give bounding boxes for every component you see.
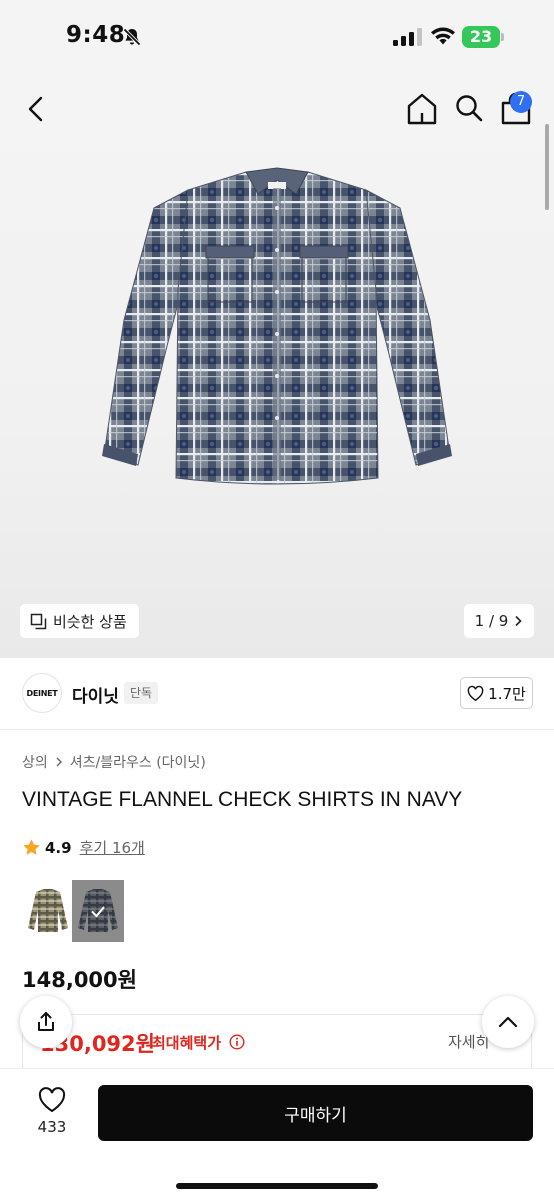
scroll-to-top-button[interactable] xyxy=(482,996,534,1048)
check-icon xyxy=(91,906,105,918)
buy-button[interactable]: 구매하기 xyxy=(98,1085,533,1141)
breadcrumb-subcategory[interactable]: 셔츠/블라우스 (다이닛) xyxy=(70,752,206,772)
brand-name[interactable]: 다이닛 xyxy=(72,682,119,707)
heart-icon xyxy=(467,685,484,701)
similar-icon xyxy=(30,613,47,629)
brand-logo[interactable]: DEINET xyxy=(22,673,62,713)
product-price: 148,000원 xyxy=(22,968,137,992)
product-image[interactable] xyxy=(96,160,458,496)
similar-products-button[interactable]: 비슷한 상품 xyxy=(20,604,139,638)
image-page-indicator[interactable]: 1 / 9 xyxy=(464,604,534,638)
brand-like-button[interactable]: 1.7만 xyxy=(460,677,533,709)
bottom-action-bar: 433 구매하기 xyxy=(0,1068,554,1200)
buy-button-label: 구매하기 xyxy=(284,1105,347,1126)
similar-products-label: 비슷한 상품 xyxy=(53,612,127,631)
search-icon[interactable] xyxy=(454,93,484,123)
rating-value: 4.9 xyxy=(45,838,72,857)
brand-like-count: 1.7만 xyxy=(488,684,526,703)
chevron-right-icon xyxy=(515,615,522,627)
chevron-up-icon xyxy=(498,1016,518,1028)
max-benefit-label: 최대혜택가 xyxy=(152,1034,222,1052)
scroll-indicator xyxy=(545,124,549,210)
share-icon xyxy=(38,1012,54,1031)
battery-icon: 23 xyxy=(462,26,504,48)
brand-row[interactable]: DEINET 다이닛 단독 1.7만 xyxy=(0,658,554,730)
home-indicator xyxy=(176,1183,378,1189)
chevron-right-icon xyxy=(56,757,62,767)
status-time: 9:48 xyxy=(66,22,126,48)
home-icon[interactable] xyxy=(406,92,438,126)
heart-icon xyxy=(38,1087,66,1113)
wishlist-button[interactable]: 433 xyxy=(22,1083,82,1145)
product-gallery[interactable]: 7 비슷한 상품 1 / 9 xyxy=(0,76,554,658)
status-bar: 9:48 23 xyxy=(0,0,554,76)
cart-count-badge: 7 xyxy=(510,91,532,113)
breadcrumb-category[interactable]: 상의 xyxy=(22,752,48,772)
image-page-text: 1 / 9 xyxy=(474,612,509,630)
review-link[interactable]: 후기 16개 xyxy=(80,837,145,858)
info-icon[interactable] xyxy=(229,1034,245,1050)
color-thumbnail xyxy=(28,889,68,932)
star-icon xyxy=(23,839,40,855)
color-option-navy[interactable] xyxy=(72,880,124,942)
wifi-icon xyxy=(431,27,455,45)
benefit-detail-link[interactable]: 자세히 xyxy=(448,1031,489,1052)
wishlist-count: 433 xyxy=(37,1118,67,1136)
breadcrumb: 상의 셔츠/블라우스 (다이닛) xyxy=(22,752,206,772)
battery-level: 23 xyxy=(469,27,493,46)
color-option-beige[interactable] xyxy=(22,880,74,942)
exclusive-badge: 단독 xyxy=(124,682,159,704)
product-title: VINTAGE FLANNEL CHECK SHIRTS IN NAVY xyxy=(22,788,463,811)
bell-slash-icon xyxy=(123,28,141,46)
rating-row[interactable]: 4.9 후기 16개 xyxy=(22,837,145,858)
brand-logo-text: DEINET xyxy=(26,688,58,698)
signal-icon xyxy=(393,28,422,46)
back-icon[interactable] xyxy=(22,94,52,124)
share-button[interactable] xyxy=(20,996,72,1048)
